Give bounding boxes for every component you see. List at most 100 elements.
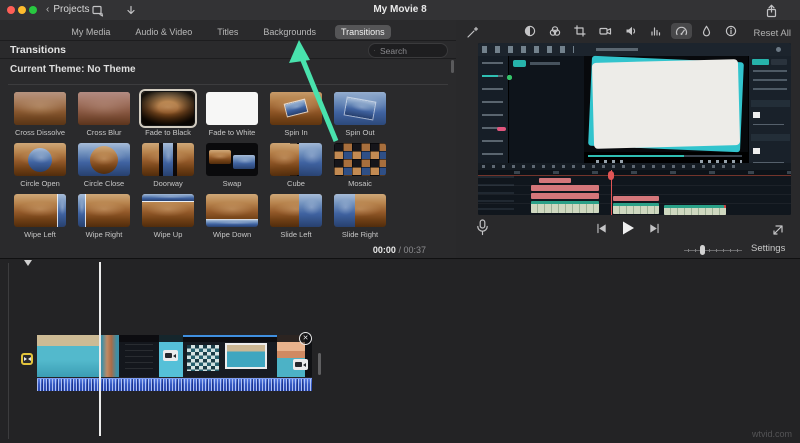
panel-title: Transitions: [10, 44, 67, 56]
filters-icon[interactable]: [697, 23, 716, 39]
transition-label: Cube: [287, 179, 305, 188]
transition-label: Slide Left: [280, 230, 312, 239]
transition-label: Cross Blur: [86, 128, 122, 137]
skip-forward-button[interactable]: [648, 222, 661, 240]
transition-spin-out[interactable]: Spin Out: [328, 92, 392, 137]
transition-circle-open[interactable]: Circle Open: [8, 143, 72, 188]
tab-my-media[interactable]: My Media: [65, 25, 116, 39]
transitions-grid: Cross Dissolve Cross Blur Fade to Black Fad…: [8, 92, 392, 239]
search-input[interactable]: [378, 44, 442, 57]
transition-thumbnail[interactable]: [14, 143, 66, 176]
stabilization-icon[interactable]: [595, 23, 616, 39]
transition-thumbnail[interactable]: [78, 143, 130, 176]
audio-waveform[interactable]: [37, 378, 312, 391]
transition-thumbnail[interactable]: [334, 194, 386, 227]
color-correction-icon[interactable]: [545, 23, 565, 39]
transition-badge-icon[interactable]: [21, 353, 33, 365]
transition-slide-left[interactable]: Slide Left: [264, 194, 328, 239]
transition-thumbnail[interactable]: [206, 194, 258, 227]
zoom-window-button[interactable]: [29, 6, 37, 14]
minimize-window-button[interactable]: [18, 6, 26, 14]
speed-icon[interactable]: [671, 23, 692, 39]
transition-thumbnail[interactable]: [14, 194, 66, 227]
transition-fade-to-black[interactable]: Fade to Black: [136, 92, 200, 137]
crop-icon[interactable]: [570, 23, 590, 39]
transition-wipe-down[interactable]: Wipe Down: [200, 194, 264, 239]
tab-backgrounds[interactable]: Backgrounds: [257, 25, 322, 39]
embedded-app-tracks: [478, 176, 791, 215]
transition-thumbnail[interactable]: [270, 143, 322, 176]
transition-wipe-left[interactable]: Wipe Left: [8, 194, 72, 239]
transition-label: Fade to White: [208, 128, 256, 137]
transition-doorway[interactable]: Doorway: [136, 143, 200, 188]
volume-icon[interactable]: [621, 23, 641, 39]
transition-slide-right[interactable]: Slide Right: [328, 194, 392, 239]
timeline-zoom-slider[interactable]: [684, 245, 742, 255]
transition-thumbnail[interactable]: [142, 92, 194, 125]
project-title: My Movie 8: [373, 4, 427, 15]
info-icon[interactable]: [721, 23, 741, 39]
transition-thumbnail[interactable]: [142, 194, 194, 227]
transition-cross-blur[interactable]: Cross Blur: [72, 92, 136, 137]
color-balance-icon[interactable]: [520, 23, 540, 39]
transition-cross-dissolve[interactable]: Cross Dissolve: [8, 92, 72, 137]
transition-mosaic[interactable]: Mosaic: [328, 143, 392, 188]
transition-thumbnail[interactable]: [334, 92, 386, 125]
embedded-app-timeline-toolbar: [478, 163, 791, 170]
camera-icon: [293, 359, 308, 370]
transition-thumbnail[interactable]: [334, 143, 386, 176]
tab-transitions[interactable]: Transitions: [334, 24, 391, 39]
transition-thumbnail[interactable]: [78, 92, 130, 125]
transition-swap[interactable]: Swap: [200, 143, 264, 188]
playback-controls: [595, 220, 661, 241]
zoom-slider-knob[interactable]: [700, 245, 705, 255]
skip-back-button[interactable]: [595, 222, 608, 240]
transition-wipe-right[interactable]: Wipe Right: [72, 194, 136, 239]
transition-thumbnail[interactable]: [142, 143, 194, 176]
transition-thumbnail[interactable]: [270, 194, 322, 227]
viewer-toolbar: Reset All: [456, 20, 800, 42]
transition-spin-in[interactable]: Spin In: [264, 92, 328, 137]
back-to-projects-button[interactable]: ‹ Projects: [46, 4, 89, 15]
timeline-clip[interactable]: ✕: [37, 332, 312, 391]
play-button[interactable]: [620, 220, 636, 241]
tab-titles[interactable]: Titles: [211, 25, 244, 39]
reset-all-button[interactable]: Reset All: [754, 28, 792, 39]
clip-scroll-handle[interactable]: [318, 353, 321, 375]
watermark: wtvid.com: [751, 429, 792, 439]
transition-label: Circle Open: [20, 179, 60, 188]
transition-wipe-up[interactable]: Wipe Up: [136, 194, 200, 239]
transition-thumbnail[interactable]: [78, 194, 130, 227]
clip-segment-pool: [37, 335, 99, 377]
transition-label: Slide Right: [341, 230, 379, 239]
transition-cube[interactable]: Cube: [264, 143, 328, 188]
transition-label: Spin In: [284, 128, 308, 137]
embedded-app-topbar: [478, 43, 791, 56]
voiceover-mic-button[interactable]: [476, 219, 489, 241]
transition-thumbnail[interactable]: [270, 92, 322, 125]
timeline-area: ✕ wtvid.com: [0, 258, 800, 443]
close-window-button[interactable]: [7, 6, 15, 14]
transition-thumbnail[interactable]: [14, 92, 66, 125]
browser-scrollbar[interactable]: [451, 60, 454, 73]
time-display: 00:00 / 00:37: [372, 245, 426, 255]
transition-label: Circle Close: [83, 179, 125, 188]
close-badge-icon[interactable]: ✕: [299, 332, 312, 345]
fullscreen-expand-icon[interactable]: [772, 223, 784, 241]
transition-label: Spin Out: [345, 128, 375, 137]
timeline-position-marker[interactable]: [24, 260, 32, 266]
transition-thumbnail[interactable]: [206, 143, 258, 176]
settings-button[interactable]: Settings: [751, 243, 785, 254]
transition-circle-close[interactable]: Circle Close: [72, 143, 136, 188]
transition-label: Wipe Down: [212, 230, 252, 239]
browser-tab-bar: My Media Audio & Video Titles Backgrounds Tr…: [0, 23, 456, 40]
playhead[interactable]: [99, 262, 101, 436]
noise-equalizer-icon[interactable]: [646, 23, 666, 39]
transition-label: Swap: [222, 179, 242, 188]
transition-fade-to-white[interactable]: Fade to White: [200, 92, 264, 137]
camera-icon: [163, 350, 178, 361]
search-field[interactable]: [368, 43, 448, 58]
tab-audio-video[interactable]: Audio & Video: [129, 25, 198, 39]
transition-thumbnail[interactable]: [206, 92, 258, 125]
enhance-wand-icon[interactable]: [466, 26, 479, 39]
